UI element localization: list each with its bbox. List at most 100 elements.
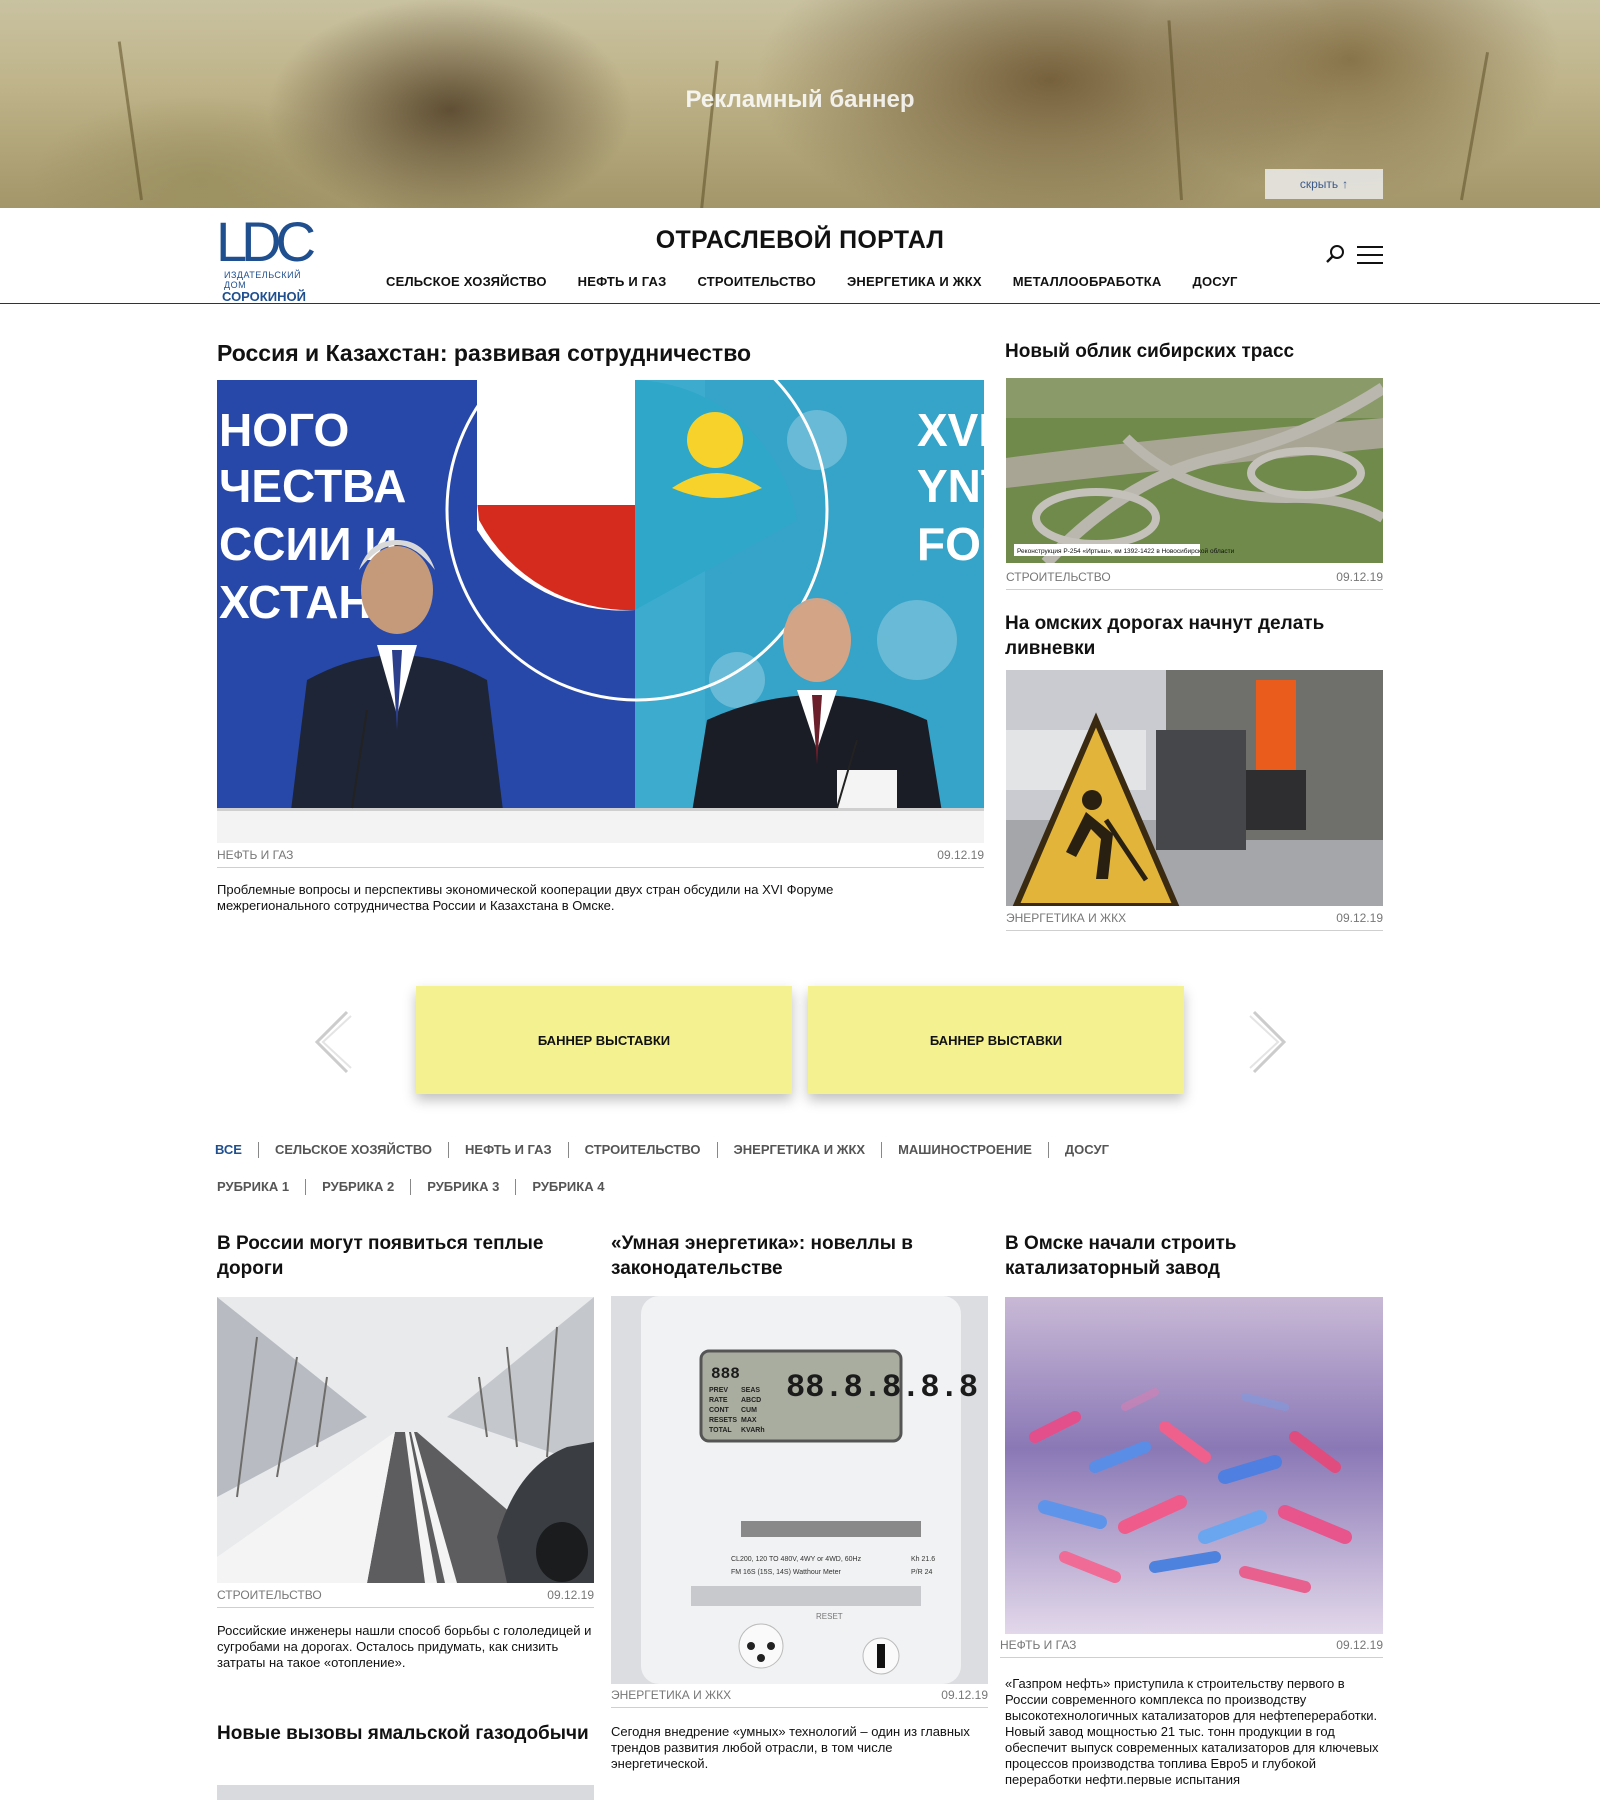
catalyst-pellets-photo [1005, 1297, 1383, 1634]
side-article-category[interactable]: ЭНЕРГЕТИКА И ЖКХ [1006, 911, 1126, 925]
ad-banner-label: Рекламный баннер [685, 86, 915, 113]
card-image[interactable]: 888 88.8.8.8.8 PREV RATE CONT RESETS TOT… [611, 1296, 988, 1684]
filter-machine-building[interactable]: МАШИНОСТРОЕНИЕ [881, 1142, 1048, 1158]
side-article-meta: ЭНЕРГЕТИКА И ЖКХ 09.12.19 [1006, 911, 1383, 931]
meter-label: TOTAL [709, 1427, 732, 1434]
logo-line1: ИЗДАТЕЛЬСКИЙ ДОМ [224, 270, 302, 290]
card-category[interactable]: НЕФТЬ И ГАЗ [1000, 1638, 1076, 1652]
meter-label: SEAS [741, 1387, 760, 1394]
main-nav: СЕЛЬСКОЕ ХОЗЯЙСТВО НЕФТЬ И ГАЗ СТРОИТЕЛЬ… [386, 274, 1238, 289]
card-date: 09.12.19 [941, 1688, 988, 1702]
top-ad-banner[interactable]: Рекламный баннер скрыть ↑ [0, 0, 1600, 208]
decor-stalk [700, 60, 719, 208]
meter-label: RATE [709, 1397, 728, 1404]
filter-agriculture[interactable]: СЕЛЬСКОЕ ХОЗЯЙСТВО [257, 1142, 448, 1158]
nav-item-oil-gas[interactable]: НЕФТЬ И ГАЗ [578, 274, 667, 289]
rubric-filter-row: РУБРИКА 1 РУБРИКА 2 РУБРИКА 3 РУБРИКА 4 [217, 1179, 620, 1195]
category-filter-row: ВСЕ СЕЛЬСКОЕ ХОЗЯЙСТВО НЕФТЬ И ГАЗ СТРОИ… [215, 1142, 1125, 1158]
featured-category[interactable]: НЕФТЬ И ГАЗ [217, 848, 293, 862]
logo-line2: СОРОКИНОЙ [222, 289, 306, 304]
card-date: 09.12.19 [1336, 1638, 1383, 1652]
photo-caption: Реконструкция Р-254 «Иртыш», км 1392-142… [1017, 547, 1235, 555]
meter-label: CUM [741, 1407, 757, 1414]
card-title[interactable]: Новые вызовы ямальской газодобычи [217, 1721, 595, 1746]
card-category[interactable]: СТРОИТЕЛЬСТВО [217, 1588, 322, 1602]
filter-rubric-1[interactable]: РУБРИКА 1 [217, 1179, 305, 1195]
card-lead: Российские инженеры нашли способ борьбы … [217, 1623, 592, 1670]
carousel-next-arrow-icon[interactable] [1248, 1010, 1288, 1074]
smart-meter-photo: 888 88.8.8.8.8 PREV RATE CONT RESETS TOT… [611, 1296, 988, 1684]
forum-photo: НОГО ЧЕСТВА ССИИ И ХСТАНА XVI YNT FOR [217, 380, 984, 843]
nav-item-metalworking[interactable]: МЕТАЛЛООБРАБОТКА [1013, 274, 1162, 289]
meter-label: RESETS [709, 1417, 737, 1424]
backdrop-text: ЧЕСТВА [219, 460, 406, 512]
featured-lead: Проблемные вопросы и перспективы экономи… [217, 882, 834, 913]
card-lead: Сегодня внедрение «умных» технологий – о… [611, 1724, 970, 1771]
interchange-photo: Реконструкция Р-254 «Иртыш», км 1392-142… [1006, 378, 1383, 563]
featured-article-title[interactable]: Россия и Казахстан: развивая сотрудничес… [217, 340, 751, 367]
card-category[interactable]: ЭНЕРГЕТИКА И ЖКХ [611, 1688, 731, 1702]
decor-stalk [117, 41, 143, 201]
snowy-road-photo [217, 1297, 594, 1583]
card-title[interactable]: «Умная энергетика»: новеллы в законодате… [611, 1231, 989, 1281]
meter-small-digits: 888 [711, 1365, 740, 1383]
meter-spec: CL200, 120 TO 480V, 4WY or 4WD, 60Hz [731, 1556, 862, 1563]
filter-construction[interactable]: СТРОИТЕЛЬСТВО [567, 1142, 717, 1158]
roadwork-photo [1006, 670, 1383, 906]
card-title[interactable]: В Омске начали строить катализаторный за… [1005, 1231, 1383, 1281]
side-article-title[interactable]: Новый облик сибирских трасс [1005, 339, 1383, 364]
side-article-image[interactable] [1006, 670, 1383, 906]
filter-leisure[interactable]: ДОСУГ [1047, 1142, 1125, 1158]
hide-banner-label: скрыть [1299, 177, 1339, 191]
search-icon[interactable] [1325, 244, 1345, 264]
meter-display: 88.8.8.8.8 [786, 1369, 978, 1406]
card-image[interactable] [217, 1297, 594, 1583]
site-header: LDC ИЗДАТЕЛЬСКИЙ ДОМ СОРОКИНОЙ ОТРАСЛЕВО… [0, 208, 1600, 304]
meter-spec: FM 16S (15S, 14S) Watthour Meter [731, 1569, 842, 1576]
nav-item-agriculture[interactable]: СЕЛЬСКОЕ ХОЗЯЙСТВО [386, 274, 547, 289]
meter-label: PREV [709, 1387, 728, 1394]
meter-label: MAX [741, 1417, 757, 1424]
filter-oil-gas[interactable]: НЕФТЬ И ГАЗ [448, 1142, 568, 1158]
side-article-category[interactable]: СТРОИТЕЛЬСТВО [1006, 570, 1111, 584]
card-title[interactable]: В России могут появиться теплые дороги [217, 1231, 595, 1281]
filter-all[interactable]: ВСЕ [215, 1142, 258, 1158]
meter-label: KVARh [741, 1427, 765, 1434]
meter-kh: P/R 24 [911, 1569, 933, 1576]
card-meta: СТРОИТЕЛЬСТВО 09.12.19 [217, 1588, 594, 1608]
side-article-date: 09.12.19 [1336, 570, 1383, 584]
featured-article-image[interactable]: НОГО ЧЕСТВА ССИИ И ХСТАНА XVI YNT FOR [217, 380, 984, 843]
expo-banner[interactable]: БАННЕР ВЫСТАВКИ [416, 986, 792, 1094]
carousel-prev-arrow-icon[interactable] [313, 1010, 353, 1074]
meter-reset-label: RESET [816, 1612, 843, 1621]
filter-rubric-2[interactable]: РУБРИКА 2 [305, 1179, 410, 1195]
filter-rubric-4[interactable]: РУБРИКА 4 [515, 1179, 620, 1195]
arrow-up-icon: ↑ [1342, 177, 1349, 191]
card-date: 09.12.19 [547, 1588, 594, 1602]
backdrop-text: НОГО [219, 404, 349, 456]
side-article-meta: СТРОИТЕЛЬСТВО 09.12.19 [1006, 570, 1383, 590]
card-meta: НЕФТЬ И ГАЗ 09.12.19 [1000, 1638, 1383, 1658]
backdrop-text: FOR [917, 518, 984, 570]
hide-banner-button[interactable]: скрыть ↑ [1265, 169, 1383, 199]
card-meta: ЭНЕРГЕТИКА И ЖКХ 09.12.19 [611, 1688, 988, 1708]
meter-label: ABCD [741, 1397, 761, 1404]
nav-item-energy[interactable]: ЭНЕРГЕТИКА И ЖКХ [847, 274, 982, 289]
backdrop-text: YNT [917, 460, 984, 512]
filter-energy[interactable]: ЭНЕРГЕТИКА И ЖКХ [716, 1142, 882, 1158]
meter-label: CONT [709, 1407, 730, 1414]
decor-stalk [1460, 52, 1490, 201]
menu-icon[interactable] [1357, 246, 1383, 264]
meter-kh: Kh 21.6 [911, 1556, 935, 1563]
card-image[interactable] [1005, 1297, 1383, 1634]
side-article-image[interactable]: Реконструкция Р-254 «Иртыш», км 1392-142… [1006, 378, 1383, 563]
featured-meta: НЕФТЬ И ГАЗ 09.12.19 [217, 848, 984, 868]
filter-rubric-3[interactable]: РУБРИКА 3 [410, 1179, 515, 1195]
side-article-title[interactable]: На омских дорогах начнут делать ливневки [1005, 611, 1383, 661]
nav-item-construction[interactable]: СТРОИТЕЛЬСТВО [697, 274, 816, 289]
expo-banner[interactable]: БАННЕР ВЫСТАВКИ [808, 986, 1184, 1094]
featured-date: 09.12.19 [937, 848, 984, 862]
card-lead: «Газпром нефть» приступила к строительст… [1005, 1676, 1379, 1787]
card-image[interactable] [217, 1785, 594, 1800]
nav-item-leisure[interactable]: ДОСУГ [1193, 274, 1238, 289]
